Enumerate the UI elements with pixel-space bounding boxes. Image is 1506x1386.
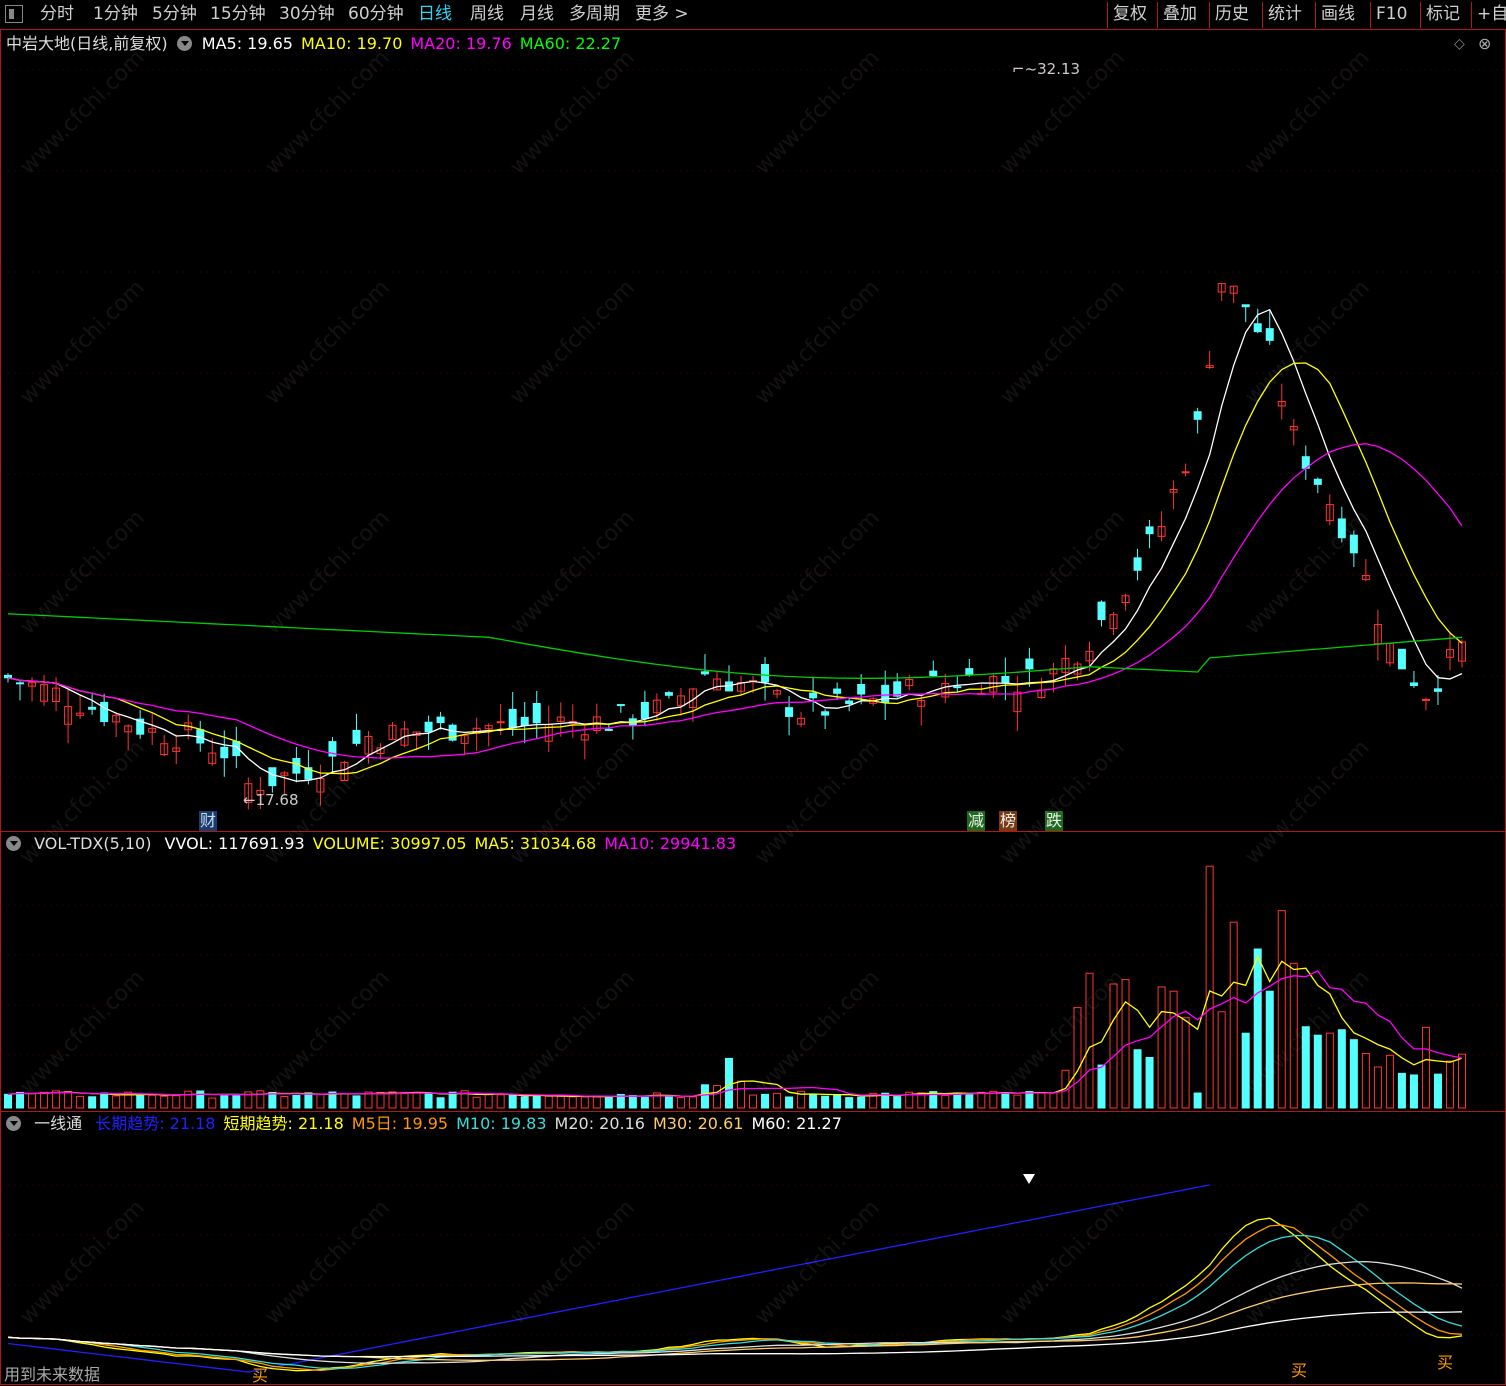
- low-price-label: ←17.68: [243, 791, 299, 809]
- buy-signal-2: 买: [1291, 1361, 1308, 1380]
- yixiantong-chart[interactable]: [0, 0, 1506, 1385]
- footer-note: 用到未来数据: [4, 1365, 101, 1384]
- sell-arrow-icon: [1023, 1174, 1035, 1184]
- badge-bang[interactable]: 榜: [999, 811, 1018, 831]
- high-price-label: ⌐~32.13: [1012, 60, 1081, 78]
- buy-signal-3: 买: [1437, 1353, 1454, 1372]
- badge-jian[interactable]: 减: [967, 811, 986, 831]
- m30-line: [7, 1282, 1463, 1361]
- buy-signal-1: 买: [252, 1366, 269, 1385]
- m10-line: [7, 1234, 1463, 1369]
- m5-line: [7, 1224, 1463, 1372]
- badge-cai[interactable]: 财: [199, 811, 218, 831]
